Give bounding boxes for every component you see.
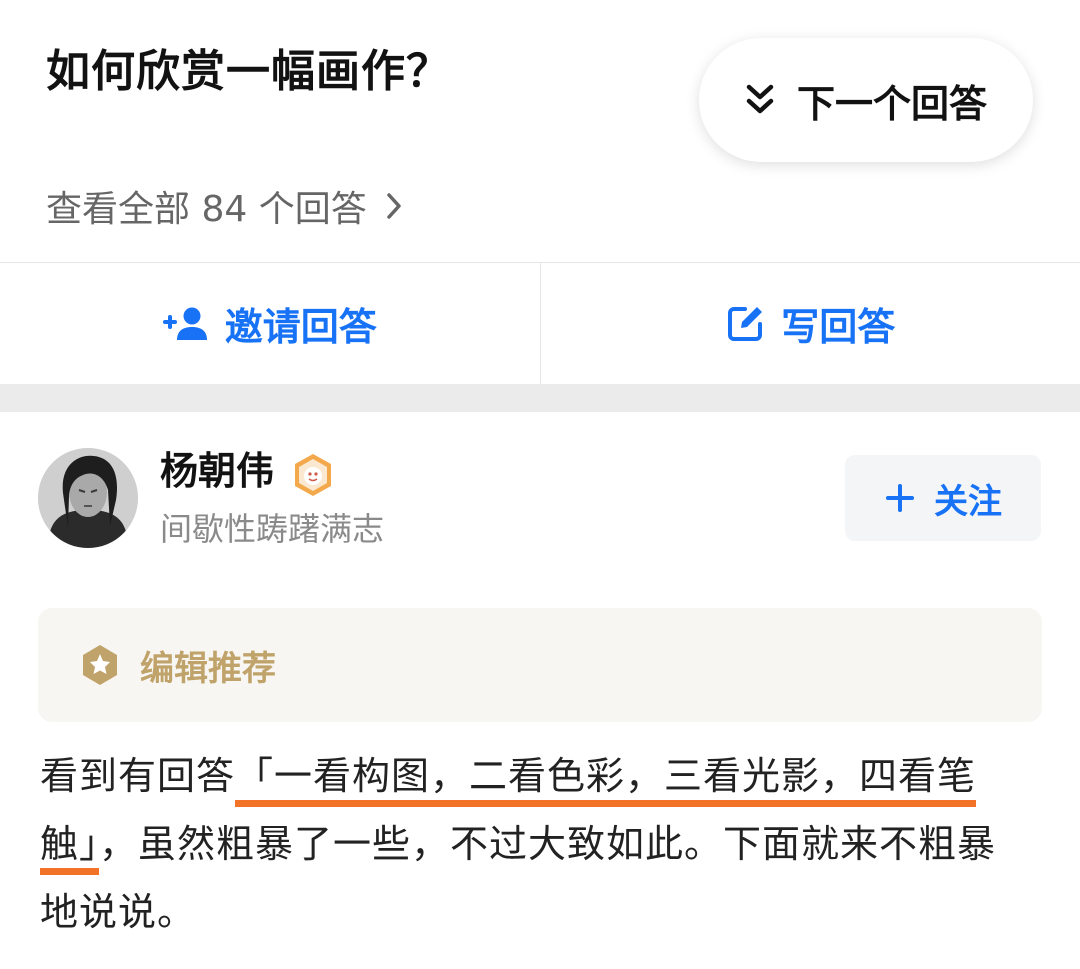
editor-pick-label: 编辑推荐 <box>140 648 276 689</box>
question-title[interactable]: 如何欣赏一幅画作？ <box>46 40 451 104</box>
section-divider <box>0 384 1080 412</box>
next-answer-label: 下一个回答 <box>796 81 987 126</box>
answer-text-lead: 看到有回答 <box>40 754 236 798</box>
follow-button[interactable]: 关注 <box>845 455 1041 541</box>
add-user-icon <box>162 307 207 340</box>
question-header: 如何欣赏一幅画作？ 下一个回答 查看全部 84 个回答 <box>0 0 1080 262</box>
invite-answer-label: 邀请回答 <box>224 305 377 349</box>
view-all-answers-link[interactable]: 查看全部 84 个回答 <box>46 180 403 232</box>
editor-pick-banner: 编辑推荐 <box>38 608 1042 722</box>
edit-icon <box>728 306 763 341</box>
plus-icon <box>886 484 914 512</box>
answer-card: 杨朝伟 间歇性踌躇满志 关注 编辑推荐 看到有回答「一看构图，二看色彩，三看光影… <box>0 412 1080 969</box>
author-avatar[interactable] <box>38 448 138 548</box>
author-bio: 间歇性踌躇满志 <box>160 510 385 548</box>
write-answer-label: 写回答 <box>781 305 896 349</box>
answer-action-bar: 邀请回答 写回答 <box>0 262 1080 384</box>
write-answer-button[interactable]: 写回答 <box>541 263 1080 384</box>
follow-label: 关注 <box>934 481 1002 522</box>
view-all-answers-label: 查看全部 84 个回答 <box>46 189 367 230</box>
next-answer-button[interactable]: 下一个回答 <box>699 38 1033 162</box>
double-chevron-down-icon <box>746 84 774 114</box>
avatar-portrait <box>38 448 138 548</box>
achievement-badge-icon <box>295 454 331 496</box>
author-name[interactable]: 杨朝伟 <box>160 444 274 498</box>
answer-content: 看到有回答「一看构图，二看色彩，三看光影，四看笔触」，虽然粗暴了一些，不过大致如… <box>40 742 1030 946</box>
invite-answer-button[interactable]: 邀请回答 <box>0 263 541 384</box>
star-hexagon-icon <box>83 645 117 685</box>
chevron-right-icon <box>386 193 401 219</box>
answer-text-rest: ，虽然粗暴了一些，不过大致如此。下面就来不粗暴地说说。 <box>40 822 997 934</box>
